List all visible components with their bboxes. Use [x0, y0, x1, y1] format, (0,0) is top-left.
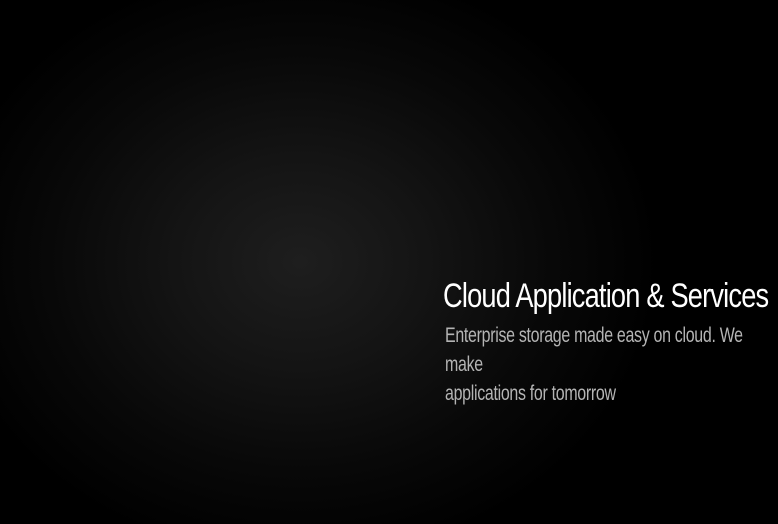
hero-subtitle: Enterprise storage made easy on cloud. W… [445, 321, 778, 408]
hero-title: Cloud Application & Services [443, 277, 769, 315]
hero-text-block: Cloud Application & Services Enterprise … [443, 276, 778, 408]
hero-banner: Cloud Application & Services Enterprise … [0, 0, 778, 524]
hero-subtitle-line-2: applications for tomorrow [445, 382, 616, 405]
hero-subtitle-line-1: Enterprise storage made easy on cloud. W… [445, 324, 743, 376]
